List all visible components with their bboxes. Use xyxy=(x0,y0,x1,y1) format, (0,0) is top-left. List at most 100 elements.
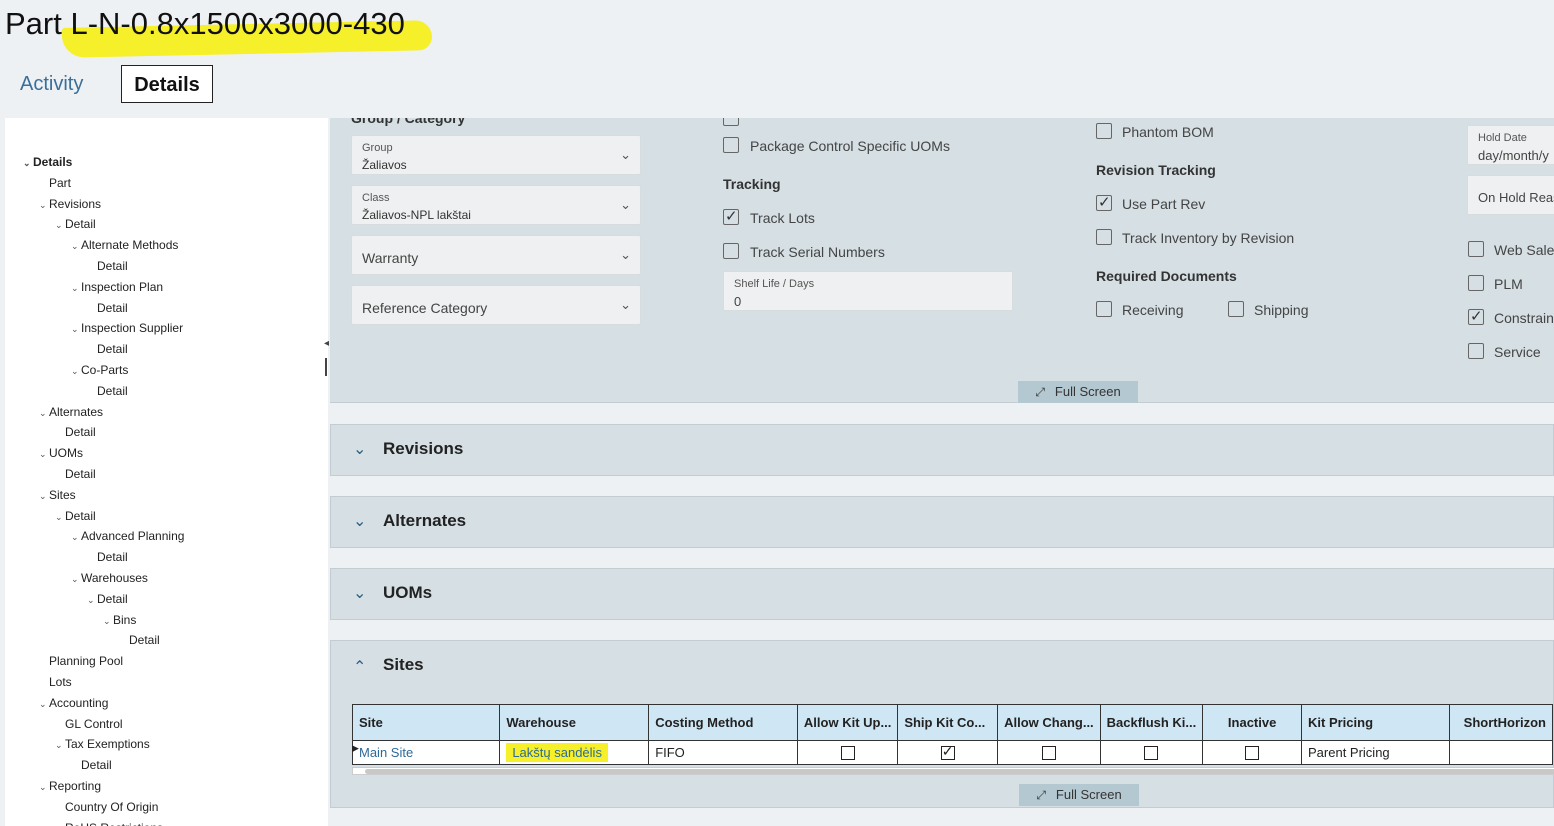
chevron-down-icon[interactable]: ⌄ xyxy=(39,779,49,795)
alternates-panel[interactable]: ⌄ Alternates xyxy=(330,496,1554,548)
cell-kit-pricing[interactable]: Parent Pricing xyxy=(1300,740,1451,765)
tree-item[interactable]: ⌄ Alternate Methods xyxy=(71,237,178,253)
tree-item[interactable]: ⌄ Inspection Supplier xyxy=(71,320,183,336)
chevron-down-icon[interactable]: ⌄ xyxy=(39,405,49,421)
tree-item[interactable]: ⌄RoHS Restrictions xyxy=(55,820,163,826)
tree-item[interactable]: Lots xyxy=(39,674,72,690)
tree-item[interactable]: Detail xyxy=(87,383,128,399)
tree-item[interactable]: ⌄ Accounting xyxy=(39,695,108,711)
cell-site[interactable]: Main Site xyxy=(351,740,501,765)
track-lots-checkbox[interactable] xyxy=(723,207,739,225)
hold-date-field[interactable]: Hold Date day/month/y xyxy=(1467,125,1554,165)
column-header-costing-method[interactable]: Costing Method xyxy=(648,704,798,741)
class-select[interactable]: Class Žaliavos-NPL lakštai ⌄ xyxy=(351,185,641,225)
chevron-down-icon[interactable]: ⌄ xyxy=(87,592,97,608)
chevron-down-icon[interactable]: ⌄ xyxy=(23,155,33,171)
splitter-handle[interactable] xyxy=(325,358,327,376)
tree-item[interactable]: Detail xyxy=(119,632,160,648)
tree-item[interactable]: Country Of Origin xyxy=(55,799,158,815)
column-header-allow-change[interactable]: Allow Chang... xyxy=(997,704,1101,741)
tree-item[interactable]: ⌄ Alternates xyxy=(39,404,103,420)
warehouse-link[interactable]: Lakštų sandėlis xyxy=(506,743,608,762)
tree-item[interactable]: Part xyxy=(39,175,71,191)
chevron-down-icon[interactable]: ⌄ xyxy=(55,217,65,233)
revisions-panel[interactable]: ⌄ Revisions xyxy=(330,424,1554,476)
chevron-down-icon[interactable]: ⌄ xyxy=(71,238,81,254)
table-row[interactable]: Main Site Lakštų sandėlis FIFO Parent Pr… xyxy=(351,740,1553,765)
reference-category-select[interactable]: Reference Category ⌄ xyxy=(351,285,641,325)
tree-item[interactable]: Detail xyxy=(55,424,96,440)
chevron-down-icon[interactable]: ⌄ xyxy=(55,509,65,525)
cell-allow-change[interactable] xyxy=(997,740,1101,765)
column-header-short-horizon[interactable]: ShortHorizon xyxy=(1449,704,1553,741)
tree-item[interactable]: Detail xyxy=(87,300,128,316)
backflush-kit-checkbox[interactable] xyxy=(1144,746,1159,761)
cell-backflush-kit[interactable] xyxy=(1099,740,1204,765)
tree-item[interactable]: Planning Pool xyxy=(39,653,123,669)
column-header-backflush-kit[interactable]: Backflush Ki... xyxy=(1099,704,1204,741)
tree-item[interactable]: Detail xyxy=(87,258,128,274)
column-header-allow-kit-update[interactable]: Allow Kit Up... xyxy=(796,704,899,741)
tab-details[interactable]: Details xyxy=(121,65,213,103)
tree-item[interactable]: ⌄ Detail xyxy=(55,508,96,524)
chevron-down-icon[interactable]: ⌄ xyxy=(71,529,81,545)
chevron-down-icon[interactable]: ⌄ xyxy=(39,696,49,712)
allow-kit-update-checkbox[interactable] xyxy=(840,746,855,761)
sites-panel-title[interactable]: Sites xyxy=(383,655,424,675)
sites-full-screen-button[interactable]: ⤢ Full Screen xyxy=(1019,784,1139,806)
tree-item[interactable]: Detail xyxy=(87,549,128,565)
constrained-checkbox[interactable] xyxy=(1468,307,1484,325)
tab-activity[interactable]: Activity xyxy=(20,65,83,103)
track-serial-checkbox[interactable] xyxy=(723,243,739,259)
tree-item[interactable]: ⌄ Advanced Planning xyxy=(71,528,184,544)
cell-warehouse[interactable]: Lakštų sandėlis xyxy=(499,740,650,765)
tree-item[interactable]: Detail xyxy=(71,757,112,773)
column-header-ship-kit-components[interactable]: Ship Kit Co... xyxy=(897,704,999,741)
track-inventory-revision-checkbox[interactable] xyxy=(1096,229,1112,245)
shipping-checkbox[interactable] xyxy=(1228,301,1244,317)
tree-item[interactable]: ⌄ UOMs xyxy=(39,445,83,461)
tree-item[interactable]: ⌄ Bins xyxy=(103,612,136,628)
phantom-bom-checkbox[interactable] xyxy=(1096,123,1112,139)
column-header-kit-pricing[interactable]: Kit Pricing xyxy=(1300,704,1451,741)
chevron-down-icon[interactable]: ⌄ xyxy=(39,197,49,213)
group-select[interactable]: Group Žaliavos ⌄ xyxy=(351,135,641,175)
full-screen-button[interactable]: ⤢ Full Screen xyxy=(1018,381,1138,403)
tree-item[interactable]: ⌄ Inspection Plan xyxy=(71,279,163,295)
column-header-inactive[interactable]: Inactive xyxy=(1202,704,1302,741)
chevron-down-icon[interactable]: ⌄ xyxy=(39,488,49,504)
tree-item[interactable]: GL Control xyxy=(55,716,123,732)
column-header-site[interactable]: Site xyxy=(351,704,501,741)
shelf-life-field[interactable]: Shelf Life / Days 0 xyxy=(723,271,1013,311)
chevron-down-icon[interactable]: ⌄ xyxy=(71,363,81,379)
chevron-down-icon[interactable]: ⌄ xyxy=(55,821,65,826)
tree-item[interactable]: Detail xyxy=(55,466,96,482)
uoms-panel[interactable]: ⌄ UOMs xyxy=(330,568,1554,620)
cell-ship-kit-components[interactable] xyxy=(897,740,999,765)
tree-item[interactable]: Detail xyxy=(87,341,128,357)
package-control-checkbox[interactable] xyxy=(723,137,739,153)
chevron-down-icon[interactable]: ⌄ xyxy=(39,446,49,462)
tree-item[interactable]: ⌄ Revisions xyxy=(39,196,101,212)
site-link[interactable]: Main Site xyxy=(359,745,413,760)
grid-horizontal-scrollbar[interactable] xyxy=(352,767,1554,775)
tree-item[interactable]: ⌄ Sites xyxy=(39,487,76,503)
use-part-rev-checkbox[interactable] xyxy=(1096,193,1112,211)
tree-item[interactable]: ⌄ Detail xyxy=(55,216,96,232)
service-checkbox[interactable] xyxy=(1468,343,1484,359)
chevron-down-icon[interactable]: ⌄ xyxy=(71,321,81,337)
chevron-down-icon[interactable]: ⌄ xyxy=(55,737,65,753)
tree-item[interactable]: ⌄ Tax Exemptions xyxy=(55,736,150,752)
chevron-down-icon[interactable]: ⌄ xyxy=(71,280,81,296)
cell-costing-method[interactable]: FIFO xyxy=(648,740,798,765)
on-hold-reason-select[interactable]: On Hold Reas xyxy=(1467,175,1554,215)
warranty-select[interactable]: Warranty ⌄ xyxy=(351,235,641,275)
cell-allow-kit-update[interactable] xyxy=(796,740,899,765)
scrollbar-thumb[interactable] xyxy=(365,769,1554,774)
allow-change-checkbox[interactable] xyxy=(1041,746,1056,761)
ship-kit-components-checkbox[interactable] xyxy=(940,743,955,761)
tree-item[interactable]: ⌄ Reporting xyxy=(39,778,101,794)
receiving-checkbox[interactable] xyxy=(1096,301,1112,317)
cell-inactive[interactable] xyxy=(1202,740,1302,765)
collapse-left-icon[interactable]: ◂ xyxy=(324,338,329,349)
